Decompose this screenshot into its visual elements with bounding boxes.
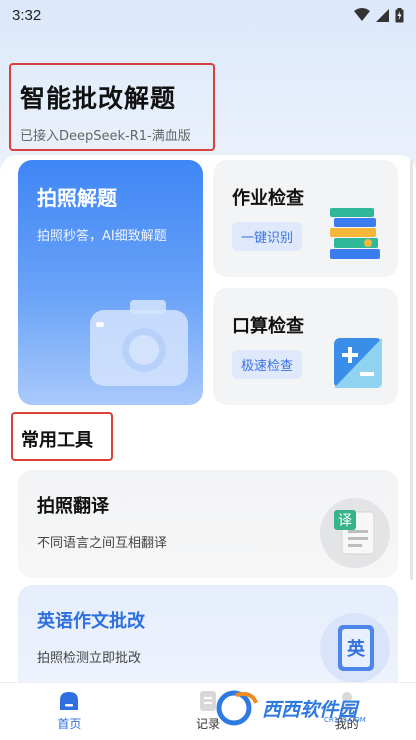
mental-math-card[interactable]: 口算检查 极速检查 [213, 288, 398, 405]
mental-math-title: 口算检查 [232, 316, 304, 337]
watermark-logo-icon [216, 690, 258, 726]
status-icons [354, 7, 404, 23]
photo-solve-card[interactable]: 拍照解题 拍照秒答，AI细致解题 [18, 160, 203, 405]
svg-text:英: 英 [346, 638, 366, 660]
translate-icon-bg: 译 [320, 498, 390, 568]
wifi-icon [354, 8, 370, 21]
watermark: 西西软件园 CR173.COM [214, 688, 400, 728]
essay-icon-bg: 英 [320, 613, 390, 683]
camera-icon [90, 300, 188, 386]
page-subtitle: 已接入DeepSeek-R1-满血版 [20, 129, 191, 144]
status-bar: 3:32 [0, 0, 416, 30]
svg-text:译: 译 [338, 513, 352, 529]
nav-home[interactable]: 首页 [0, 683, 139, 740]
status-time: 3:32 [12, 6, 42, 24]
photo-translate-card[interactable]: 拍照翻译 不同语言之间互相翻译 译 [18, 470, 398, 578]
battery-icon [395, 7, 404, 22]
homework-check-card[interactable]: 作业检查 一键识别 [213, 160, 398, 277]
nav-home-label: 首页 [57, 717, 82, 731]
home-icon [60, 692, 79, 710]
homework-check-chip: 一键识别 [232, 222, 303, 251]
page-title: 智能批改解题 [20, 84, 177, 113]
section-highlight: 常用工具 [11, 412, 113, 461]
calculator-icon [334, 338, 382, 388]
mental-math-chip: 极速检查 [232, 350, 303, 379]
english-book-icon: 英 [338, 625, 374, 671]
english-essay-card[interactable]: 英语作文批改 拍照检测立即批改 英 [18, 585, 398, 693]
watermark-url: CR173.COM [324, 716, 366, 724]
books-icon [330, 208, 380, 259]
header-highlight: 智能批改解题 已接入DeepSeek-R1-满血版 [9, 63, 215, 151]
scrollbar[interactable] [410, 160, 413, 580]
homework-check-title: 作业检查 [232, 188, 304, 209]
photo-solve-subtitle: 拍照秒答，AI细致解题 [37, 229, 167, 244]
cellular-icon [376, 8, 389, 22]
photo-solve-title: 拍照解题 [37, 186, 117, 210]
translate-icon: 译 [334, 510, 375, 555]
section-title: 常用工具 [21, 430, 93, 451]
